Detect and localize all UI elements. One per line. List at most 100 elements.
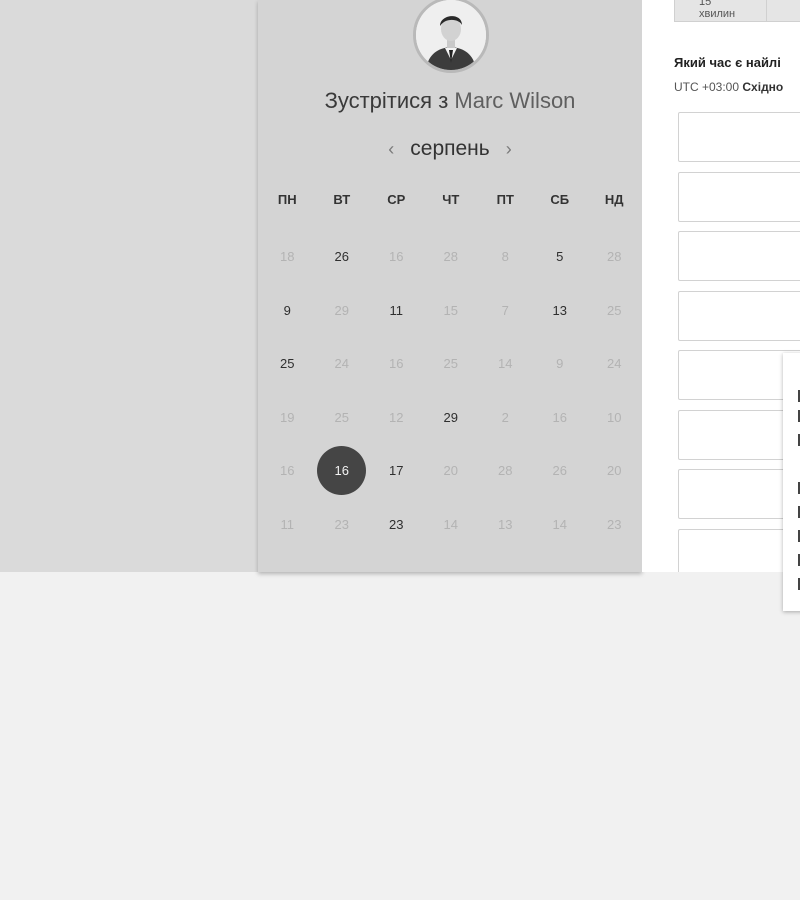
time-slot-button[interactable] xyxy=(678,469,800,519)
day-number: 10 xyxy=(607,409,622,425)
popup-card xyxy=(783,353,800,611)
timezone-offset: UTC +03:00 xyxy=(674,80,740,94)
available-day[interactable]: 5 xyxy=(533,230,588,284)
duration-tab-next[interactable] xyxy=(766,0,800,22)
day-number: 26 xyxy=(334,249,349,265)
day-number: 28 xyxy=(498,463,513,479)
selected-day[interactable]: 16 xyxy=(315,444,370,498)
weekday-label: ВТ xyxy=(333,192,351,207)
unavailable-day: 9 xyxy=(533,337,588,391)
available-day[interactable]: 26 xyxy=(315,230,370,284)
day-number: 9 xyxy=(556,356,564,372)
weekday-label: ПТ xyxy=(496,192,514,207)
time-slot-button[interactable] xyxy=(678,409,800,460)
time-slot-button[interactable] xyxy=(678,171,800,222)
unavailable-day: 16 xyxy=(533,391,588,445)
weekday-label: СБ xyxy=(550,192,570,207)
calendar-week: 19 25 12 29 2 16 10 xyxy=(260,391,642,445)
day-number: 8 xyxy=(501,249,509,265)
day-number: 20 xyxy=(607,463,622,479)
weekday-label: ПН xyxy=(277,192,297,207)
day-number: 14 xyxy=(498,356,513,372)
time-slot-list xyxy=(678,112,800,572)
day-number: 25 xyxy=(607,302,622,318)
unavailable-day: 16 xyxy=(369,337,424,391)
time-slot-button[interactable] xyxy=(678,528,800,572)
day-number: 23 xyxy=(334,516,349,532)
day-number: 16 xyxy=(389,249,404,265)
available-day[interactable]: 23 xyxy=(369,498,424,552)
unavailable-day: 29 xyxy=(315,284,370,338)
time-slot-button[interactable] xyxy=(678,350,800,400)
unavailable-day: 16 xyxy=(260,444,315,498)
day-number: 23 xyxy=(607,516,622,532)
day-number: 5 xyxy=(556,249,564,265)
unavailable-day: 24 xyxy=(587,337,642,391)
day-number: 16 xyxy=(334,463,349,479)
day-number: 25 xyxy=(443,356,458,372)
day-number: 13 xyxy=(498,516,513,532)
unavailable-day: 26 xyxy=(533,444,588,498)
unavailable-day: 28 xyxy=(478,444,533,498)
calendar-grid: 18 26 16 28 8 5 28 9 29 11 15 7 13 25 25 24 16 25 14 9 24 19 2… xyxy=(260,230,642,551)
day-number: 29 xyxy=(443,409,458,425)
day-number: 14 xyxy=(443,516,458,532)
unavailable-day: 18 xyxy=(260,230,315,284)
weekday-header: ПН ВТ СР ЧТ ПТ СБ НД xyxy=(260,192,642,207)
month-label: серпень xyxy=(410,137,490,160)
time-slot-button[interactable] xyxy=(678,112,800,162)
available-day[interactable]: 13 xyxy=(533,284,588,338)
day-number: 16 xyxy=(552,409,567,425)
timezone-selector[interactable]: UTC +03:00 Східно xyxy=(674,80,783,94)
day-number: 12 xyxy=(389,409,404,425)
weekday-label: НД xyxy=(604,192,624,207)
unavailable-day: 25 xyxy=(315,391,370,445)
unavailable-day: 16 xyxy=(369,230,424,284)
unavailable-day: 28 xyxy=(587,230,642,284)
meet-title-prefix: Зустрітися з xyxy=(324,88,449,113)
calendar-week: 9 29 11 15 7 13 25 xyxy=(260,284,642,338)
weekday-label: ЧТ xyxy=(442,192,460,207)
calendar-week: 11 23 23 14 13 14 23 xyxy=(260,498,642,552)
day-number: 2 xyxy=(501,409,509,425)
unavailable-day: 28 xyxy=(424,230,479,284)
unavailable-day: 19 xyxy=(260,391,315,445)
host-name: Marc Wilson xyxy=(454,88,576,113)
unavailable-day: 7 xyxy=(478,284,533,338)
unavailable-day: 23 xyxy=(587,498,642,552)
day-number: 23 xyxy=(389,516,404,532)
time-slot-button[interactable] xyxy=(678,290,800,341)
booking-panel: 15 хвилин Який час є найлі UTC +03:00 Сх… xyxy=(642,0,800,572)
calendar-panel: Зустрітися з Marc Wilson ‹ серпень › ПН В… xyxy=(258,0,642,572)
unavailable-day: 8 xyxy=(478,230,533,284)
day-number: 15 xyxy=(443,302,458,318)
day-number: 14 xyxy=(552,516,567,532)
available-day[interactable]: 29 xyxy=(424,391,479,445)
day-number: 7 xyxy=(501,302,509,318)
unavailable-day: 23 xyxy=(315,498,370,552)
time-slot-button[interactable] xyxy=(678,231,800,281)
chevron-left-icon[interactable]: ‹ xyxy=(384,139,398,160)
day-number: 29 xyxy=(334,302,349,318)
day-number: 19 xyxy=(280,409,295,425)
month-navigation: ‹ серпень › xyxy=(258,136,642,162)
chevron-right-icon[interactable]: › xyxy=(502,139,516,160)
available-day[interactable]: 9 xyxy=(260,284,315,338)
unavailable-day: 25 xyxy=(424,337,479,391)
day-number: 25 xyxy=(334,409,349,425)
day-number: 9 xyxy=(283,302,291,318)
day-number: 17 xyxy=(389,463,404,479)
unavailable-day: 10 xyxy=(587,391,642,445)
available-day[interactable]: 11 xyxy=(369,284,424,338)
available-day[interactable]: 25 xyxy=(260,337,315,391)
available-day[interactable]: 17 xyxy=(369,444,424,498)
duration-tab-15[interactable]: 15 хвилин xyxy=(674,0,767,22)
unavailable-day: 24 xyxy=(315,337,370,391)
unavailable-day: 13 xyxy=(478,498,533,552)
calendar-week: 25 24 16 25 14 9 24 xyxy=(260,337,642,391)
calendar-week: 18 26 16 28 8 5 28 xyxy=(260,230,642,284)
overlay-background xyxy=(0,0,258,572)
day-number: 25 xyxy=(280,356,295,372)
unavailable-day: 15 xyxy=(424,284,479,338)
avatar xyxy=(413,0,489,73)
